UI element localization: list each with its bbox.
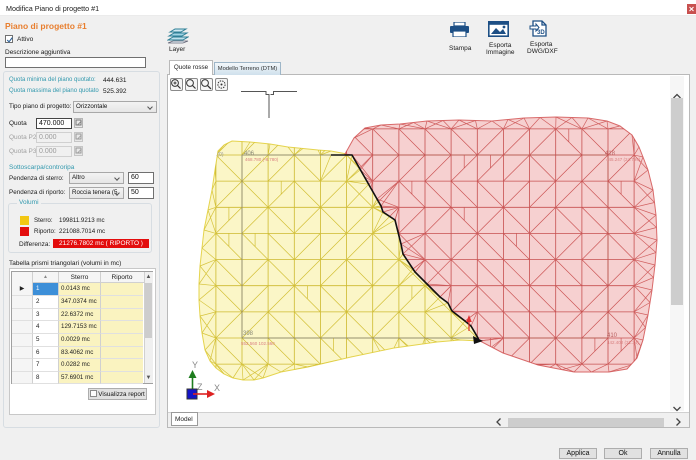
svg-text:410: 410 bbox=[607, 333, 618, 339]
svg-text:X: X bbox=[214, 383, 220, 393]
svg-text:442.402 (31.34): 442.402 (31.34) bbox=[607, 340, 639, 345]
svg-text:.(0): .(0) bbox=[216, 152, 224, 158]
svg-text:445.247 (24.799): 445.247 (24.799) bbox=[606, 157, 641, 162]
svg-text:Z: Z bbox=[197, 382, 203, 392]
svg-text:Y: Y bbox=[192, 360, 198, 370]
svg-text:398: 398 bbox=[243, 331, 254, 337]
svg-text:552.560 102.560: 552.560 102.560 bbox=[241, 341, 275, 346]
svg-text:468.780 (-8.780): 468.780 (-8.780) bbox=[245, 157, 279, 162]
